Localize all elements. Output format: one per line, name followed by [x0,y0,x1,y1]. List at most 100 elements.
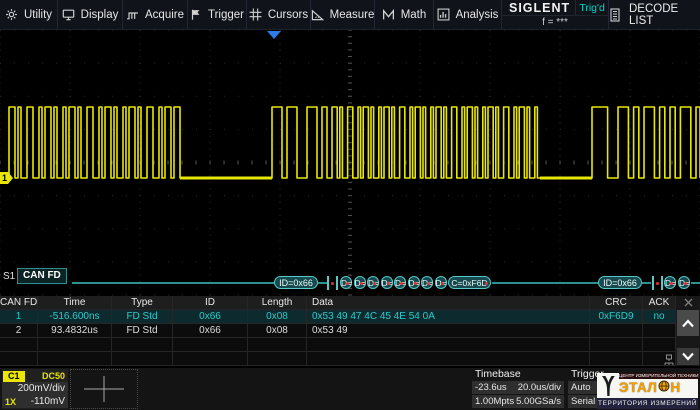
close-icon[interactable] [676,296,700,309]
network-device-icon [663,354,675,372]
truncated-data-dot [360,282,363,285]
menu-item-label: Trigger [208,9,244,21]
channel1-row-top: C1 DC50 [2,369,68,382]
table-cell: 0x66 [173,324,248,338]
boundary-bar [652,276,654,290]
truncated-data-dot [373,282,376,285]
timebase-panel[interactable]: Timebase -23.6us 20.0us/div 1.00Mpts 5.0… [472,368,564,409]
timebase-row1: -23.6us 20.0us/div [472,381,564,394]
menu-item-label: Cursors [268,9,308,21]
bus-data-bubble[interactable]: D= [367,276,379,289]
table-cell [173,338,248,352]
table-cell [38,338,112,352]
table-row[interactable]: 293.4832usFD Std0x660x080x53 49 [0,324,676,338]
brand-row: SIGLENT Trig'd [502,0,608,16]
channel1-offset-value: -110mV [31,396,65,407]
analysis-icon [437,8,450,21]
menu-item-label: Acquire [145,9,184,21]
bus-data-bubble[interactable]: D= [408,276,420,289]
timebase-delay: -23.6us [475,381,507,394]
bus-data-bubble[interactable]: D= [435,276,447,289]
table-cell: 2 [0,324,38,338]
bus-data-bubble[interactable]: D= [381,276,393,289]
table-cell: Time [38,296,112,310]
decode-list-label: DECODE LIST [629,3,700,27]
decode-list-button[interactable]: DECODE LIST [609,0,700,29]
truncated-data-dot [427,282,430,285]
error-dot [656,282,659,285]
menu-item-analysis[interactable]: Analysis [434,0,502,29]
table-cell [112,338,173,352]
table-cell [38,352,112,366]
error-dot [331,282,334,285]
bus-data-bubble[interactable]: D= [664,276,676,289]
bus-data-bubble[interactable]: D= [340,276,352,289]
menu-item-trigger[interactable]: Trigger [188,0,247,29]
table-scrollbar [676,296,700,366]
menu-item-math[interactable]: Math [375,0,434,29]
table-cell [590,324,643,338]
table-cell: 0xF6D9 [590,310,643,324]
scroll-down-button[interactable] [677,348,699,365]
siglent-logo: SIGLENT [502,0,576,15]
add-channel-box[interactable] [70,369,138,409]
table-cell [0,338,38,352]
trigger-type-value: Serial [571,395,595,408]
list-icon [609,8,621,22]
table-cell: Type [112,296,173,310]
menu-item-label: Math [401,9,427,21]
menu-item-cursors[interactable]: Cursors [247,0,311,29]
bus-id-bubble[interactable]: ID=0x66 [274,276,318,289]
table-row[interactable]: 1-516.600nsFD Std0x660x080x53 49 47 4C 4… [0,310,676,324]
timebase-row2: 1.00Mpts 5.00GSa/s [472,395,564,408]
timebase-title: Timebase [472,368,564,381]
boundary-bar [661,276,663,290]
truncated-data-dot [670,282,673,285]
bus-idle-line [72,282,274,284]
menu-items: UtilityDisplay Acquire Trigger Cursors Measu… [0,0,502,29]
truncated-data-dot [441,282,444,285]
menu-item-display[interactable]: Display [58,0,123,29]
bus-data-bubble[interactable]: D= [354,276,366,289]
menu-item-label: Measure [330,9,375,21]
bus-data-bubble[interactable]: D= [394,276,406,289]
channel1-descriptor[interactable]: C1 DC50 200mV/div 1X -110mV [2,369,68,409]
table-cell: FD Std [112,324,173,338]
boundary-bar [336,276,338,290]
bus-id-bubble[interactable]: ID=0x66 [598,276,642,289]
truncated-data-dot [400,282,403,285]
table-cell: CAN FD [0,296,38,310]
bus-idle-line [691,282,700,284]
table-cell: FD Std [112,310,173,324]
table-cell [643,324,676,338]
bus-data-bubble[interactable]: D= [678,276,690,289]
table-cell: -516.600ns [38,310,112,324]
decode-result-table[interactable]: CAN FDTimeTypeIDLengthDataCRCACK1-516.60… [0,296,676,366]
table-cell [248,352,307,366]
bus-idle-line [492,282,598,284]
truncated-data-dot [485,282,488,285]
truncated-data-dot [346,282,349,285]
channel1-scale: 200mV/div [2,382,68,395]
table-cell: 0x66 [173,310,248,324]
menu-item-label: Analysis [456,9,499,21]
timebase-samplerate: 5.00GSa/s [516,395,561,408]
bus-data-bubble[interactable]: D= [421,276,433,289]
channel1-offset-row: 1X -110mV [2,395,68,408]
bus-protocol-label[interactable]: CAN FD [17,268,67,284]
trigger-status-badge: Trig'd [576,2,608,14]
menu-item-measure[interactable]: Measure [311,0,375,29]
table-row[interactable] [0,338,676,352]
scroll-up-button[interactable] [677,310,699,336]
bus-data-bubble[interactable]: C=0xF6D [448,276,491,289]
table-cell [0,352,38,366]
menu-item-utility[interactable]: Utility [0,0,58,29]
status-bar: C1 DC50 200mV/div 1X -110mV Timebase -23… [0,368,700,410]
table-cell: ACK [643,296,676,310]
table-row[interactable] [0,352,676,366]
table-cell [590,338,643,352]
oscilloscope-screen: UtilityDisplay Acquire Trigger Cursors Measu… [0,0,700,410]
channel1-probe: 1X [2,397,16,407]
table-cell [173,352,248,366]
menu-item-acquire[interactable]: Acquire [123,0,188,29]
